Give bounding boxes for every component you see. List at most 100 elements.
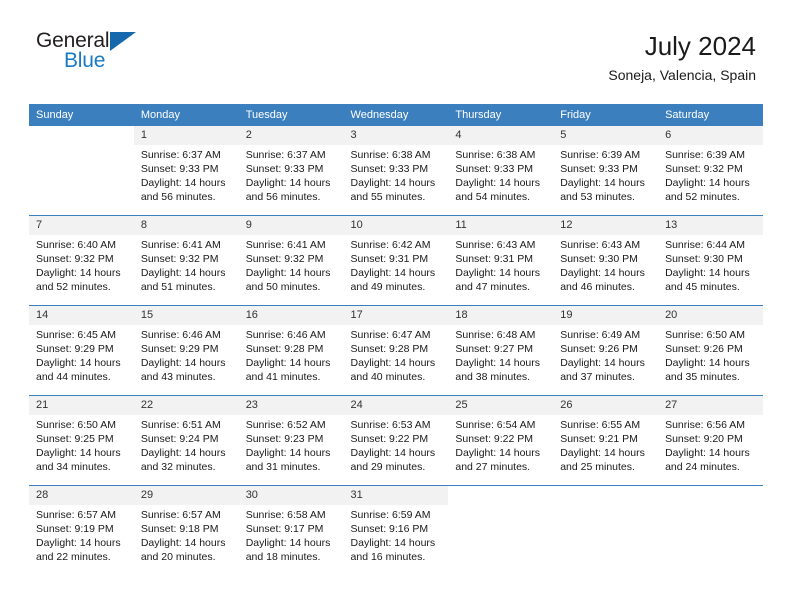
- day-cell-inner: 4 Sunrise: 6:38 AM Sunset: 9:33 PM Daylight…: [448, 126, 554, 215]
- sunrise-text: Sunrise: 6:41 AM: [140, 239, 221, 251]
- calendar-day-cell[interactable]: 31 Sunrise: 6:59 AM Sunset: 9:16 PM Dayligh…: [343, 485, 449, 575]
- calendar-day-cell[interactable]: 19 Sunrise: 6:49 AM Sunset: 9:26 PM Dayligh…: [553, 305, 659, 396]
- calendar-day-cell[interactable]: 24 Sunrise: 6:53 AM Sunset: 9:22 PM Dayligh…: [343, 395, 449, 486]
- sunset-text: Sunset: 9:26 PM: [665, 343, 743, 355]
- sunrise-text: Sunrise: 6:50 AM: [665, 329, 746, 341]
- calendar-day-cell[interactable]: 15 Sunrise: 6:46 AM Sunset: 9:29 PM Dayligh…: [133, 305, 239, 396]
- weekday-header-thursday: Thursday: [448, 104, 554, 126]
- calendar-day-cell[interactable]: 6 Sunrise: 6:39 AM Sunset: 9:32 PM Daylight…: [658, 126, 763, 216]
- calendar-day-cell[interactable]: 10 Sunrise: 6:42 AM Sunset: 9:31 PM Dayligh…: [343, 215, 449, 306]
- calendar-day-cell[interactable]: 23 Sunrise: 6:52 AM Sunset: 9:23 PM Dayligh…: [238, 395, 344, 486]
- day-number: 2: [238, 126, 344, 145]
- general-blue-logo[interactable]: General Blue: [36, 30, 146, 78]
- calendar-day-cell[interactable]: 11 Sunrise: 6:43 AM Sunset: 9:31 PM Dayligh…: [448, 215, 554, 306]
- day-number: [658, 486, 763, 505]
- calendar-day-cell[interactable]: 14 Sunrise: 6:45 AM Sunset: 9:29 PM Dayligh…: [29, 305, 134, 396]
- calendar-day-cell[interactable]: 25 Sunrise: 6:54 AM Sunset: 9:22 PM Dayligh…: [448, 395, 554, 486]
- day-number: 27: [658, 396, 763, 415]
- calendar-table: Sunday Monday Tuesday Wednesday Thursday Frid…: [29, 104, 763, 575]
- calendar-day-cell[interactable]: 8 Sunrise: 6:41 AM Sunset: 9:32 PM Daylight…: [133, 215, 239, 306]
- day-cell-inner: 17 Sunrise: 6:47 AM Sunset: 9:28 PM Dayligh…: [343, 306, 449, 395]
- calendar-day-cell[interactable]: 26 Sunrise: 6:55 AM Sunset: 9:21 PM Dayligh…: [553, 395, 659, 486]
- day-number: 4: [448, 126, 554, 145]
- day-number: 3: [343, 126, 449, 145]
- day-number: 22: [133, 396, 239, 415]
- page-title: July 2024: [644, 31, 756, 61]
- day-number: 17: [343, 306, 449, 325]
- sunset-text: Sunset: 9:23 PM: [245, 433, 324, 445]
- day-details: Sunrise: 6:50 AM Sunset: 9:25 PM Daylight:…: [29, 415, 134, 474]
- sunset-text: Sunset: 9:18 PM: [140, 523, 219, 535]
- sunset-text: Sunset: 9:19 PM: [36, 523, 114, 535]
- day-cell-inner: 13 Sunrise: 6:44 AM Sunset: 9:30 PM Dayligh…: [658, 216, 763, 305]
- daylight-text-line1: Daylight: 14 hours: [455, 267, 541, 279]
- sunset-text: Sunset: 9:29 PM: [36, 343, 114, 355]
- sunset-text: Sunset: 9:22 PM: [350, 433, 429, 445]
- day-cell-inner: 28 Sunrise: 6:57 AM Sunset: 9:19 PM Dayligh…: [29, 486, 134, 575]
- sunset-text: Sunset: 9:30 PM: [560, 253, 638, 265]
- day-number: 29: [133, 486, 239, 505]
- daylight-text-line2: and 56 minutes.: [140, 191, 216, 203]
- day-details: Sunrise: 6:59 AM Sunset: 9:16 PM Daylight:…: [344, 505, 449, 564]
- day-number: 13: [658, 216, 763, 235]
- calendar-day-cell[interactable]: 5 Sunrise: 6:39 AM Sunset: 9:33 PM Daylight…: [553, 126, 659, 216]
- calendar-day-cell[interactable]: 3 Sunrise: 6:38 AM Sunset: 9:33 PM Daylight…: [343, 126, 449, 216]
- day-number: 14: [29, 306, 134, 325]
- day-details: Sunrise: 6:38 AM Sunset: 9:33 PM Daylight:…: [448, 145, 553, 204]
- calendar-day-cell[interactable]: 18 Sunrise: 6:48 AM Sunset: 9:27 PM Dayligh…: [448, 305, 554, 396]
- calendar-day-cell[interactable]: 4 Sunrise: 6:38 AM Sunset: 9:33 PM Daylight…: [448, 126, 554, 216]
- sunset-text: Sunset: 9:26 PM: [560, 343, 638, 355]
- daylight-text-line1: Daylight: 14 hours: [245, 267, 331, 279]
- day-details: Sunrise: 6:37 AM Sunset: 9:33 PM Daylight:…: [134, 145, 239, 204]
- sunset-text: Sunset: 9:32 PM: [36, 253, 114, 265]
- calendar-day-cell[interactable]: 7 Sunrise: 6:40 AM Sunset: 9:32 PM Daylight…: [29, 215, 134, 306]
- daylight-text-line2: and 20 minutes.: [140, 551, 216, 563]
- sunrise-text: Sunrise: 6:57 AM: [140, 509, 221, 521]
- calendar-day-cell[interactable]: 16 Sunrise: 6:46 AM Sunset: 9:28 PM Dayligh…: [238, 305, 344, 396]
- day-cell-inner: 16 Sunrise: 6:46 AM Sunset: 9:28 PM Dayligh…: [238, 306, 344, 395]
- calendar-day-cell[interactable]: 9 Sunrise: 6:41 AM Sunset: 9:32 PM Daylight…: [238, 215, 344, 306]
- sunset-text: Sunset: 9:32 PM: [140, 253, 219, 265]
- day-number: 10: [343, 216, 449, 235]
- daylight-text-line2: and 43 minutes.: [140, 371, 216, 383]
- day-details: Sunrise: 6:38 AM Sunset: 9:33 PM Daylight:…: [344, 145, 449, 204]
- daylight-text-line2: and 37 minutes.: [560, 371, 635, 383]
- day-number: 7: [29, 216, 134, 235]
- sunrise-text: Sunrise: 6:44 AM: [665, 239, 746, 251]
- day-details: Sunrise: 6:52 AM Sunset: 9:23 PM Daylight:…: [239, 415, 344, 474]
- daylight-text-line2: and 50 minutes.: [245, 281, 321, 293]
- calendar-day-cell[interactable]: 17 Sunrise: 6:47 AM Sunset: 9:28 PM Dayligh…: [343, 305, 449, 396]
- calendar-day-cell[interactable]: 29 Sunrise: 6:57 AM Sunset: 9:18 PM Dayligh…: [133, 485, 239, 575]
- day-cell-inner: 25 Sunrise: 6:54 AM Sunset: 9:22 PM Dayligh…: [448, 396, 554, 485]
- weekday-header-sunday: Sunday: [29, 104, 134, 126]
- daylight-text-line1: Daylight: 14 hours: [245, 357, 331, 369]
- calendar-day-cell[interactable]: 21 Sunrise: 6:50 AM Sunset: 9:25 PM Dayligh…: [29, 395, 134, 486]
- calendar-cell-empty: [658, 485, 763, 575]
- daylight-text-line2: and 41 minutes.: [245, 371, 321, 383]
- sunset-text: Sunset: 9:28 PM: [245, 343, 324, 355]
- day-cell-inner: 21 Sunrise: 6:50 AM Sunset: 9:25 PM Dayligh…: [29, 396, 134, 485]
- day-cell-inner: 7 Sunrise: 6:40 AM Sunset: 9:32 PM Daylight…: [29, 216, 134, 305]
- calendar-day-cell[interactable]: 30 Sunrise: 6:58 AM Sunset: 9:17 PM Dayligh…: [238, 485, 344, 575]
- day-cell-inner: 23 Sunrise: 6:52 AM Sunset: 9:23 PM Dayligh…: [238, 396, 344, 485]
- calendar-day-cell[interactable]: 22 Sunrise: 6:51 AM Sunset: 9:24 PM Dayligh…: [133, 395, 239, 486]
- sunrise-text: Sunrise: 6:47 AM: [350, 329, 431, 341]
- calendar-day-cell[interactable]: 13 Sunrise: 6:44 AM Sunset: 9:30 PM Dayligh…: [658, 215, 763, 306]
- sunrise-text: Sunrise: 6:43 AM: [560, 239, 641, 251]
- calendar-day-cell[interactable]: 20 Sunrise: 6:50 AM Sunset: 9:26 PM Dayligh…: [658, 305, 763, 396]
- calendar-day-cell[interactable]: 2 Sunrise: 6:37 AM Sunset: 9:33 PM Daylight…: [238, 126, 344, 216]
- calendar-day-cell[interactable]: 1 Sunrise: 6:37 AM Sunset: 9:33 PM Daylight…: [133, 126, 239, 216]
- sunset-text: Sunset: 9:31 PM: [455, 253, 534, 265]
- day-details: Sunrise: 6:41 AM Sunset: 9:32 PM Daylight:…: [134, 235, 239, 294]
- day-cell-inner: 10 Sunrise: 6:42 AM Sunset: 9:31 PM Dayligh…: [343, 216, 449, 305]
- sunrise-text: Sunrise: 6:45 AM: [36, 329, 116, 341]
- daylight-text-line2: and 22 minutes.: [36, 551, 111, 563]
- day-number: 18: [448, 306, 554, 325]
- calendar-day-cell[interactable]: 28 Sunrise: 6:57 AM Sunset: 9:19 PM Dayligh…: [29, 485, 134, 575]
- day-number: 30: [238, 486, 344, 505]
- calendar-day-cell[interactable]: 12 Sunrise: 6:43 AM Sunset: 9:30 PM Dayligh…: [553, 215, 659, 306]
- daylight-text-line2: and 32 minutes.: [140, 461, 216, 473]
- weekday-header-monday: Monday: [133, 104, 239, 126]
- calendar-day-cell[interactable]: 27 Sunrise: 6:56 AM Sunset: 9:20 PM Dayligh…: [658, 395, 763, 486]
- daylight-text-line2: and 51 minutes.: [140, 281, 216, 293]
